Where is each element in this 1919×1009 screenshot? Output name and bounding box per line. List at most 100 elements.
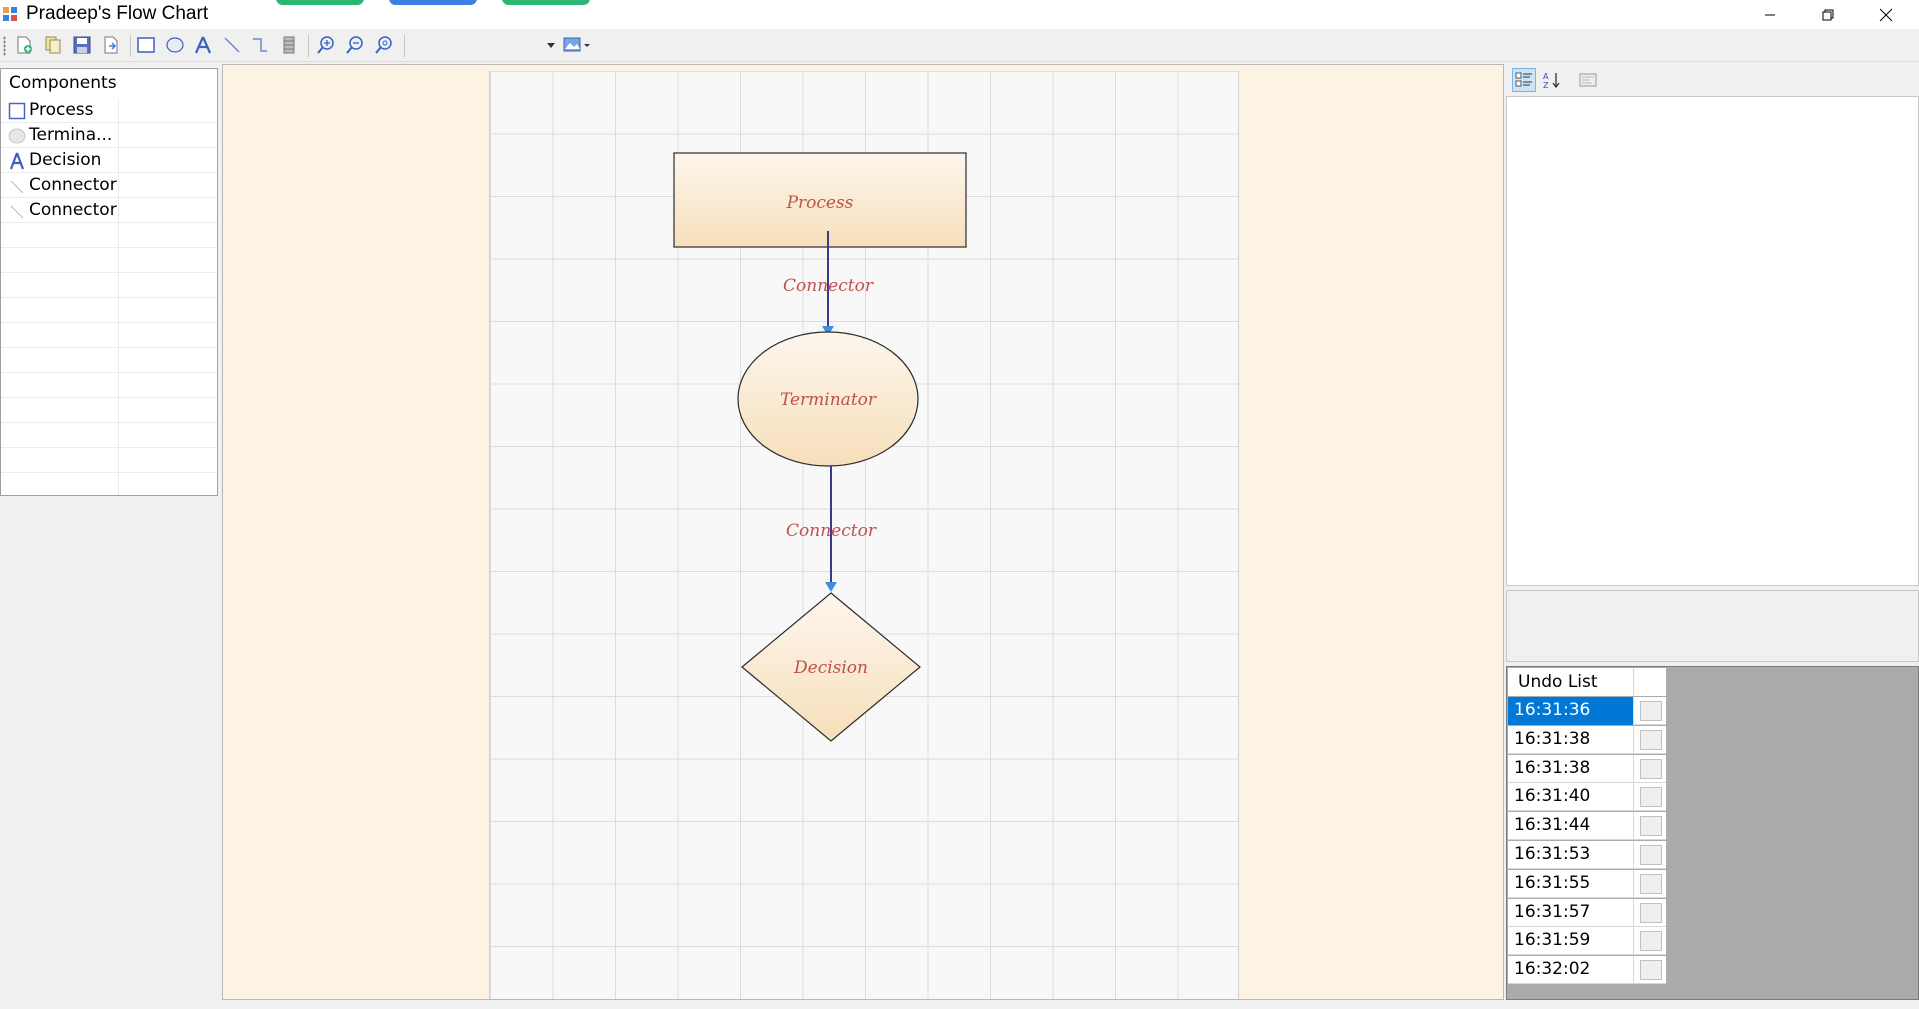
undo-list-item[interactable]: 16:31:53 bbox=[1508, 841, 1666, 869]
component-item-terminator[interactable]: Termina... bbox=[1, 123, 217, 148]
decision-tool-button[interactable] bbox=[191, 33, 215, 57]
zoom-reset-icon bbox=[375, 36, 392, 54]
categorized-button[interactable] bbox=[1512, 68, 1536, 92]
terminator-shape[interactable]: Terminator bbox=[737, 331, 919, 467]
decision-label: Decision bbox=[793, 658, 868, 678]
zoom-reset-button[interactable] bbox=[372, 33, 396, 57]
new-file-button[interactable] bbox=[12, 33, 36, 57]
undo-list-item[interactable]: 16:31:57 bbox=[1508, 898, 1666, 927]
connector-2-label: Connector bbox=[786, 521, 877, 541]
component-label: Process bbox=[29, 100, 94, 120]
rectangle-tool-button[interactable] bbox=[134, 33, 158, 57]
toolbar-grip[interactable] bbox=[3, 36, 6, 56]
zoom-out-button[interactable] bbox=[343, 33, 367, 57]
close-icon bbox=[1879, 8, 1893, 21]
undo-list-item[interactable]: 16:31:59 bbox=[1508, 927, 1666, 956]
undo-checkbox[interactable] bbox=[1640, 960, 1662, 981]
component-item-process[interactable]: Process bbox=[1, 98, 217, 123]
blue-pill-decoration bbox=[389, 0, 477, 5]
ellipse-tool-button[interactable] bbox=[163, 33, 187, 57]
save-button[interactable] bbox=[70, 33, 94, 57]
process-label: Process bbox=[786, 193, 854, 213]
component-label: Decision bbox=[29, 150, 102, 170]
component-item-connector[interactable]: Connector bbox=[1, 173, 217, 198]
undo-checkbox[interactable] bbox=[1640, 729, 1662, 750]
svg-text:A: A bbox=[1543, 72, 1549, 81]
minimize-button[interactable] bbox=[1741, 0, 1799, 29]
save-icon bbox=[73, 36, 91, 54]
property-pages-button[interactable] bbox=[1576, 68, 1600, 92]
undo-checkbox[interactable] bbox=[1640, 758, 1662, 779]
empty-row bbox=[1, 323, 217, 348]
empty-row bbox=[1, 223, 217, 248]
property-toolbar: AZ bbox=[1506, 64, 1919, 96]
drawing-page[interactable]: Process Connector Terminator Connector D… bbox=[489, 71, 1239, 999]
decision-shape[interactable]: Decision bbox=[741, 592, 921, 742]
toolbar-separator-2 bbox=[308, 35, 309, 57]
undo-list-item[interactable]: 16:31:38 bbox=[1508, 725, 1666, 754]
new-file-icon bbox=[17, 36, 32, 54]
property-grid[interactable] bbox=[1506, 96, 1919, 586]
empty-row bbox=[1, 473, 217, 495]
title-bar: Pradeep's Flow Chart bbox=[0, 0, 1919, 29]
undo-checkbox[interactable] bbox=[1640, 845, 1662, 865]
close-button[interactable] bbox=[1857, 0, 1915, 29]
components-header: Components bbox=[9, 73, 117, 93]
image-dropdown-icon bbox=[563, 37, 590, 52]
undo-checkbox[interactable] bbox=[1640, 816, 1662, 837]
categorized-icon bbox=[1515, 72, 1532, 87]
alphabetical-button[interactable]: AZ bbox=[1540, 68, 1564, 92]
elbow-connector-icon bbox=[253, 38, 267, 52]
zoom-in-button[interactable] bbox=[314, 33, 338, 57]
alphabetical-sort-icon: AZ bbox=[1543, 72, 1560, 89]
undo-timestamp: 16:31:38 bbox=[1508, 754, 1634, 783]
connector-1-label: Connector bbox=[783, 276, 874, 296]
elbow-connector-button[interactable] bbox=[248, 33, 272, 57]
drawing-canvas[interactable]: Process Connector Terminator Connector D… bbox=[222, 64, 1504, 1000]
export-button[interactable] bbox=[99, 33, 123, 57]
grid-icon bbox=[283, 36, 295, 54]
app-icon bbox=[3, 7, 17, 21]
undo-list-header: Undo List bbox=[1508, 668, 1634, 696]
process-shape[interactable]: Process bbox=[673, 152, 967, 248]
component-item-connector-2[interactable]: Connector bbox=[1, 198, 217, 223]
green-pill-decoration bbox=[276, 0, 364, 5]
undo-checkbox[interactable] bbox=[1640, 902, 1662, 923]
undo-checkbox[interactable] bbox=[1640, 931, 1662, 952]
undo-list-item[interactable]: 16:31:44 bbox=[1508, 812, 1666, 841]
image-dropdown-button[interactable] bbox=[562, 33, 592, 57]
component-item-decision[interactable]: Decision bbox=[1, 148, 217, 173]
undo-list-item[interactable]: 16:31:36 bbox=[1508, 697, 1666, 725]
undo-list-item[interactable]: 16:31:55 bbox=[1508, 869, 1666, 898]
undo-list-panel: Undo List 16:31:36 16:31:38 16:31:38 16:31:… bbox=[1506, 666, 1919, 1000]
undo-checkbox[interactable] bbox=[1640, 701, 1662, 721]
decision-icon bbox=[9, 152, 25, 170]
undo-timestamp: 16:31:40 bbox=[1508, 783, 1634, 812]
zoom-in-icon bbox=[317, 36, 334, 54]
green-pill-decoration-2 bbox=[502, 0, 590, 5]
line-icon bbox=[10, 205, 24, 219]
restore-icon bbox=[1822, 9, 1834, 20]
ellipse-icon bbox=[8, 128, 26, 144]
undo-checkbox[interactable] bbox=[1640, 787, 1662, 808]
undo-checkbox[interactable] bbox=[1640, 873, 1662, 894]
copy-button[interactable] bbox=[41, 33, 65, 57]
line-tool-button[interactable] bbox=[220, 33, 244, 57]
zoom-dropdown-arrow[interactable] bbox=[547, 43, 555, 48]
undo-list-header-check bbox=[1634, 668, 1666, 696]
undo-timestamp: 16:31:59 bbox=[1508, 927, 1634, 956]
restore-button[interactable] bbox=[1799, 0, 1857, 29]
undo-list-item[interactable]: 16:31:40 bbox=[1508, 783, 1666, 812]
window-title: Pradeep's Flow Chart bbox=[26, 3, 209, 24]
zoom-out-icon bbox=[346, 36, 363, 54]
line-icon bbox=[10, 180, 24, 194]
undo-timestamp: 16:31:44 bbox=[1508, 812, 1634, 841]
empty-row bbox=[1, 398, 217, 423]
toolbar-separator bbox=[130, 35, 131, 57]
undo-list-item[interactable]: 16:32:02 bbox=[1508, 956, 1666, 985]
undo-list-item[interactable]: 16:31:38 bbox=[1508, 754, 1666, 783]
grid-button[interactable] bbox=[277, 33, 301, 57]
connector-2[interactable]: Connector bbox=[786, 466, 877, 592]
terminator-label: Terminator bbox=[780, 390, 877, 410]
rectangle-icon bbox=[8, 102, 26, 120]
